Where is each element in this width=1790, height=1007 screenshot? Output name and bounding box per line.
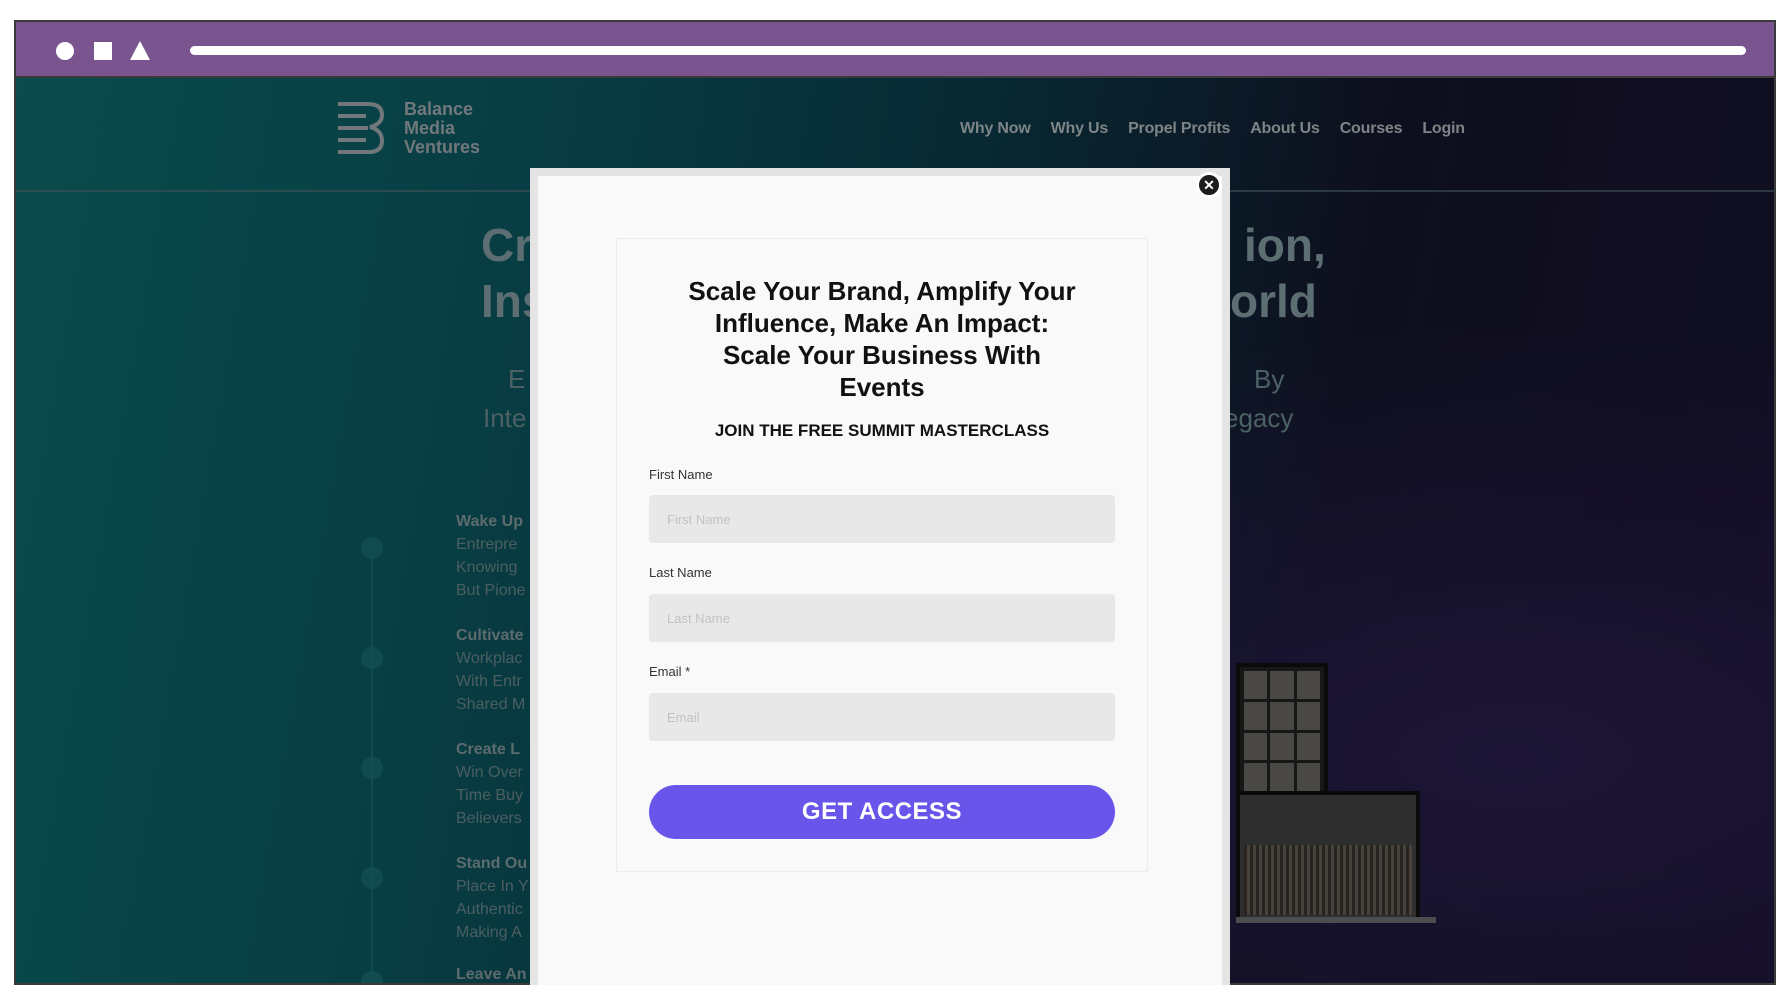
email-input[interactable] — [649, 693, 1115, 741]
circle-icon[interactable] — [56, 42, 74, 60]
modal-title-line: Scale Your Business With — [722, 340, 1042, 370]
browser-chrome — [16, 22, 1774, 78]
square-icon[interactable] — [94, 42, 112, 60]
address-bar[interactable] — [190, 46, 1746, 55]
signup-modal: Scale Your Brand, Amplify Your Influence… — [530, 168, 1230, 985]
modal-title-line: Scale Your Brand, Amplify Your — [688, 276, 1076, 306]
modal-title-line: Influence, Make An Impact: — [714, 308, 1050, 338]
signup-form-container: Scale Your Brand, Amplify Your Influence… — [616, 238, 1148, 872]
modal-title-line: Events — [839, 372, 925, 402]
modal-subtitle: JOIN THE FREE SUMMIT MASTERCLASS — [714, 421, 1050, 440]
close-icon[interactable]: ✕ — [1196, 172, 1222, 198]
modal-title: Scale Your Brand, Amplify Your Influence… — [617, 275, 1147, 403]
email-label: Email * — [649, 664, 691, 679]
triangle-icon[interactable] — [130, 41, 150, 60]
get-access-button[interactable]: GET ACCESS — [649, 785, 1115, 839]
last-name-label: Last Name — [649, 565, 712, 580]
first-name-label: First Name — [649, 467, 713, 482]
first-name-input[interactable] — [649, 495, 1115, 543]
last-name-input[interactable] — [649, 594, 1115, 642]
